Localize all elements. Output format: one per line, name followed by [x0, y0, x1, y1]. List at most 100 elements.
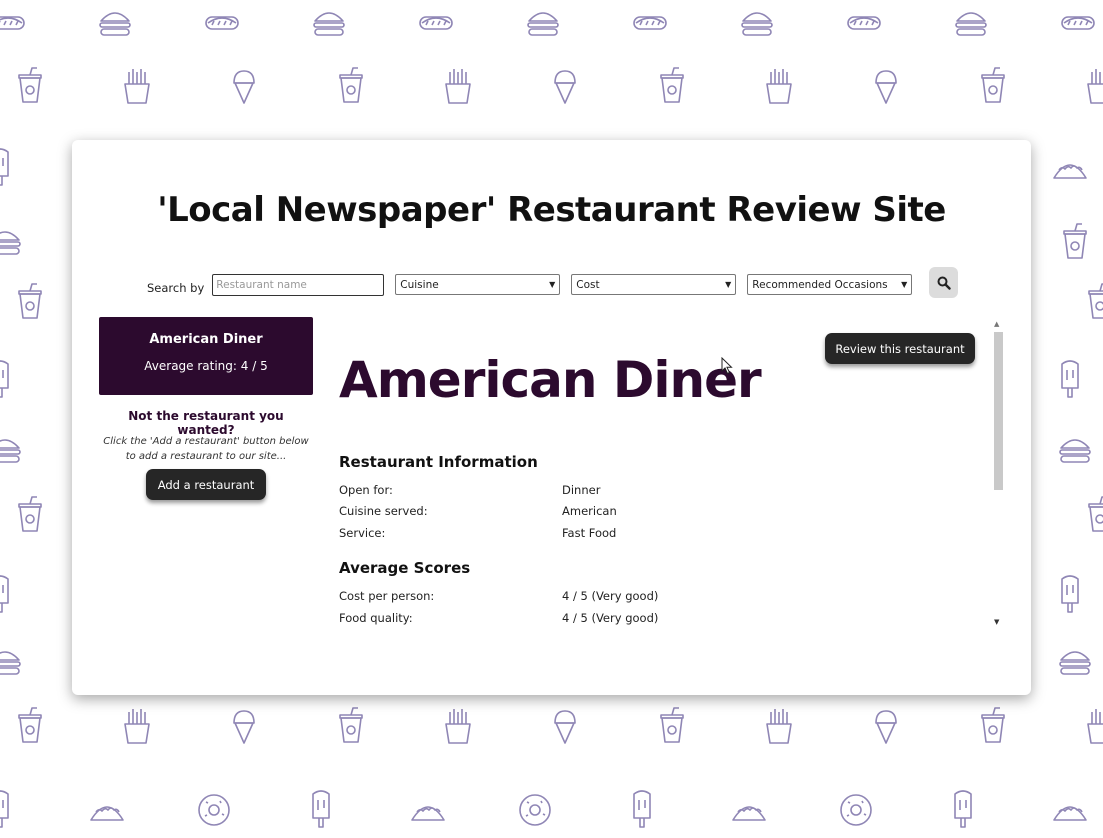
burger-icon: [737, 3, 777, 43]
score-value: 4 / 5 (Very good): [562, 611, 659, 625]
scroll-up-arrow-icon[interactable]: ▲: [994, 320, 999, 328]
info-key: Open for:: [339, 483, 393, 497]
hotdog-icon: [844, 3, 884, 43]
ice-cream-icon: [545, 706, 585, 746]
popsicle-icon: [0, 575, 20, 615]
restaurant-info-heading: Restaurant Information: [339, 453, 538, 471]
fries-icon: [1080, 706, 1103, 746]
drink-cup-icon: [652, 706, 692, 746]
fries-icon: [759, 706, 799, 746]
fries-icon: [759, 66, 799, 106]
burger-icon: [1055, 430, 1095, 470]
cost-select-value: Cost: [576, 278, 600, 291]
add-restaurant-hint: Click the 'Add a restaurant' button belo…: [103, 436, 309, 462]
info-value: Dinner: [562, 483, 601, 497]
score-key: Food quality:: [339, 611, 413, 625]
drink-cup-icon: [10, 66, 50, 106]
popsicle-icon: [1050, 360, 1090, 400]
chevron-down-icon: ▼: [901, 280, 908, 289]
selected-restaurant-card[interactable]: American Diner Average rating: 4 / 5: [99, 317, 313, 395]
popsicle-icon: [1050, 575, 1090, 615]
selected-restaurant-name: American Diner: [149, 332, 263, 347]
drink-cup-icon: [10, 706, 50, 746]
drink-cup-icon: [10, 282, 50, 322]
search-bar: Search by Cuisine ▼ Cost ▼ Recommended O…: [147, 267, 959, 298]
burger-icon: [523, 3, 563, 43]
restaurant-details-panel: American Diner Restaurant Information Op…: [339, 320, 989, 630]
drink-cup-icon: [10, 495, 50, 535]
info-value: American: [562, 504, 617, 518]
info-key: Service:: [339, 526, 386, 540]
popsicle-icon: [943, 790, 983, 830]
ice-cream-icon: [224, 706, 264, 746]
drink-cup-icon: [331, 66, 371, 106]
score-key: Cost per person:: [339, 589, 435, 603]
fries-icon: [438, 66, 478, 106]
drink-cup-icon: [331, 706, 371, 746]
scroll-thumb[interactable]: [994, 332, 1003, 490]
fries-icon: [117, 706, 157, 746]
ice-cream-icon: [866, 706, 906, 746]
hotdog-icon: [0, 3, 28, 43]
burger-icon: [0, 222, 25, 262]
hotdog-icon: [202, 3, 242, 43]
hotdog-icon: [416, 3, 456, 43]
burger-icon: [309, 3, 349, 43]
restaurant-name-heading: American Diner: [339, 351, 762, 409]
donut-icon: [836, 790, 876, 830]
taco-icon: [408, 790, 448, 830]
drink-cup-icon: [973, 706, 1013, 746]
details-scrollbar[interactable]: ▲ ▼: [993, 320, 1005, 626]
add-restaurant-button[interactable]: Add a restaurant: [146, 469, 266, 500]
burger-icon: [1055, 642, 1095, 682]
ice-cream-icon: [545, 66, 585, 106]
info-key: Cuisine served:: [339, 504, 428, 518]
popsicle-icon: [301, 790, 341, 830]
average-scores-heading: Average Scores: [339, 559, 471, 577]
fries-icon: [117, 66, 157, 106]
burger-icon: [951, 3, 991, 43]
chevron-down-icon: ▼: [725, 280, 732, 289]
cuisine-select-value: Cuisine: [400, 278, 439, 291]
site-title: 'Local Newspaper' Restaurant Review Site: [157, 190, 946, 230]
search-button[interactable]: [929, 267, 959, 298]
score-value: 4 / 5 (Very good): [562, 589, 659, 603]
ice-cream-icon: [224, 66, 264, 106]
fries-icon: [1080, 66, 1103, 106]
selected-restaurant-rating: Average rating: 4 / 5: [144, 359, 268, 373]
popsicle-icon: [0, 148, 20, 188]
donut-icon: [194, 790, 234, 830]
drink-cup-icon: [1080, 282, 1103, 322]
popsicle-icon: [622, 790, 662, 830]
scroll-down-arrow-icon[interactable]: ▼: [994, 618, 999, 626]
burger-icon: [95, 3, 135, 43]
not-wanted-heading: Not the restaurant you wanted?: [128, 409, 284, 437]
cuisine-select[interactable]: Cuisine ▼: [395, 274, 561, 295]
popsicle-icon: [0, 790, 20, 830]
burger-icon: [0, 430, 25, 470]
restaurant-name-input[interactable]: [212, 273, 385, 296]
chevron-down-icon: ▼: [549, 280, 556, 289]
ice-cream-icon: [866, 66, 906, 106]
search-icon: [937, 276, 951, 290]
hotdog-icon: [630, 3, 670, 43]
taco-icon: [87, 790, 127, 830]
taco-icon: [1050, 148, 1090, 188]
taco-icon: [729, 790, 769, 830]
drink-cup-icon: [1080, 495, 1103, 535]
search-label: Search by: [147, 280, 205, 295]
donut-icon: [515, 790, 555, 830]
cost-select[interactable]: Cost ▼: [571, 274, 737, 295]
occasions-select[interactable]: Recommended Occasions ▼: [747, 274, 913, 295]
info-value: Fast Food: [562, 526, 617, 540]
drink-cup-icon: [1055, 222, 1095, 262]
taco-icon: [1050, 790, 1090, 830]
main-card: 'Local Newspaper' Restaurant Review Site…: [72, 140, 1031, 695]
fries-icon: [438, 706, 478, 746]
occasions-select-value: Recommended Occasions: [752, 278, 888, 291]
drink-cup-icon: [652, 66, 692, 106]
popsicle-icon: [0, 360, 20, 400]
mouse-cursor-icon: [721, 357, 733, 375]
burger-icon: [0, 642, 25, 682]
drink-cup-icon: [973, 66, 1013, 106]
